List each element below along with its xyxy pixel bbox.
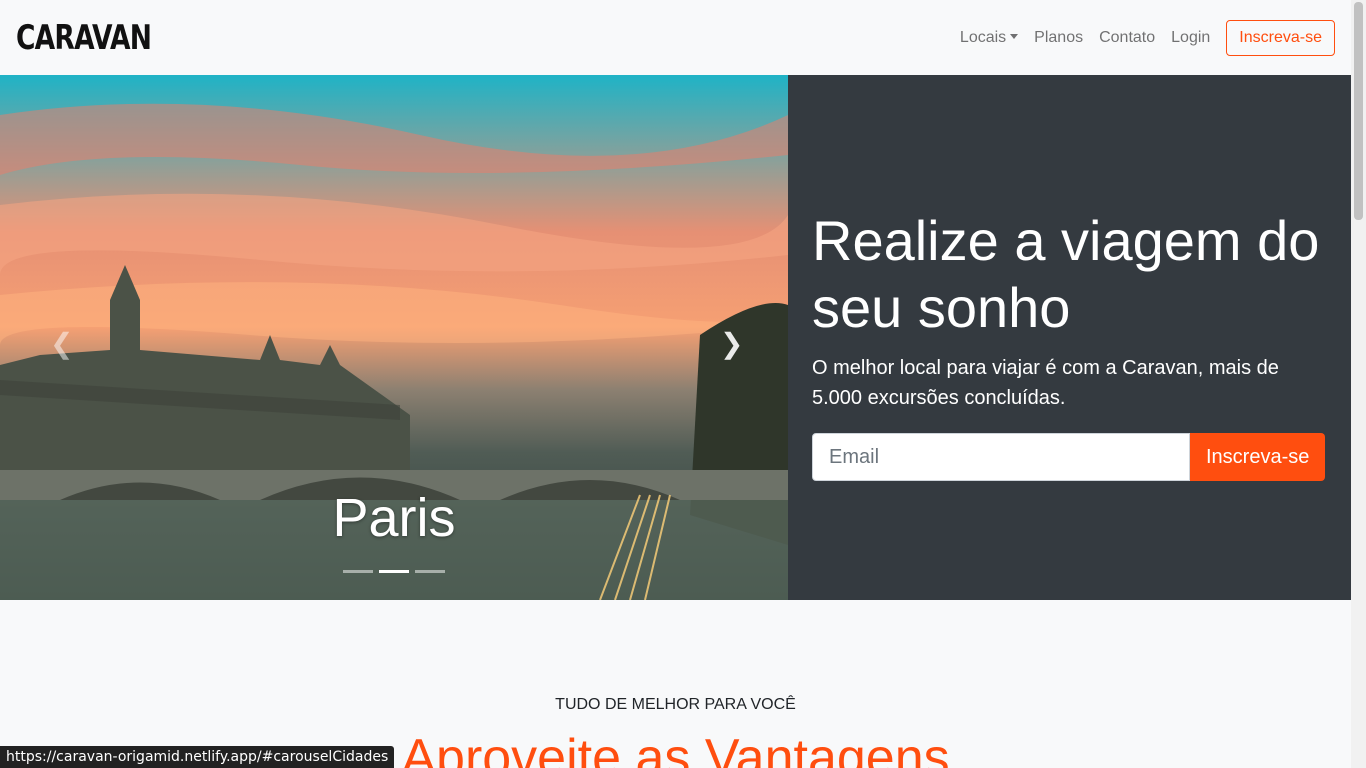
- advantages-section: TUDO DE MELHOR PARA VOCÊ Aproveite as Va…: [0, 600, 1351, 768]
- section-subtitle: TUDO DE MELHOR PARA VOCÊ: [555, 696, 796, 713]
- email-input[interactable]: [812, 433, 1190, 482]
- carousel-caption: Paris: [332, 488, 456, 548]
- city-carousel: ❮ ❯ Paris: [0, 75, 788, 600]
- chevron-right-icon: ❯: [720, 328, 744, 359]
- browser-status-url: https://caravan-origamid.netlify.app/#ca…: [0, 746, 395, 768]
- brand-logo[interactable]: CARAVAN: [16, 21, 152, 55]
- carousel-next-control[interactable]: ❯: [720, 327, 743, 360]
- scrollbar-thumb[interactable]: [1354, 2, 1363, 220]
- carousel-indicators: [343, 570, 445, 573]
- navbar-signup-button[interactable]: Inscreva-se: [1226, 19, 1335, 56]
- chevron-left-icon: ❮: [50, 328, 74, 359]
- carousel-indicator-3[interactable]: [415, 570, 445, 573]
- page-scrollbar[interactable]: [1351, 0, 1366, 768]
- carousel-indicator-2[interactable]: [379, 570, 409, 573]
- nav-link-login[interactable]: Login: [1163, 21, 1218, 55]
- nav-link-planos[interactable]: Planos: [1026, 21, 1091, 55]
- nav-menu: Locais Planos Contato Login Inscreva-se: [952, 19, 1335, 56]
- nav-link-locais[interactable]: Locais: [952, 21, 1026, 55]
- hero-signup-button[interactable]: Inscreva-se: [1190, 433, 1326, 482]
- hero-text: O melhor local para viajar é com a Carav…: [812, 357, 1279, 410]
- hero-title: Realize a viagem do seu sonho: [812, 209, 1320, 340]
- carousel-prev-control[interactable]: ❮: [50, 327, 73, 360]
- hero-panel: Realize a viagem do seu sonho O melhor l…: [788, 75, 1351, 600]
- navbar: CARAVAN Locais Planos Contato Login Insc…: [0, 0, 1351, 75]
- carousel-indicator-1[interactable]: [343, 570, 373, 573]
- signup-form: Inscreva-se: [812, 433, 1327, 482]
- nav-link-contato[interactable]: Contato: [1091, 21, 1163, 55]
